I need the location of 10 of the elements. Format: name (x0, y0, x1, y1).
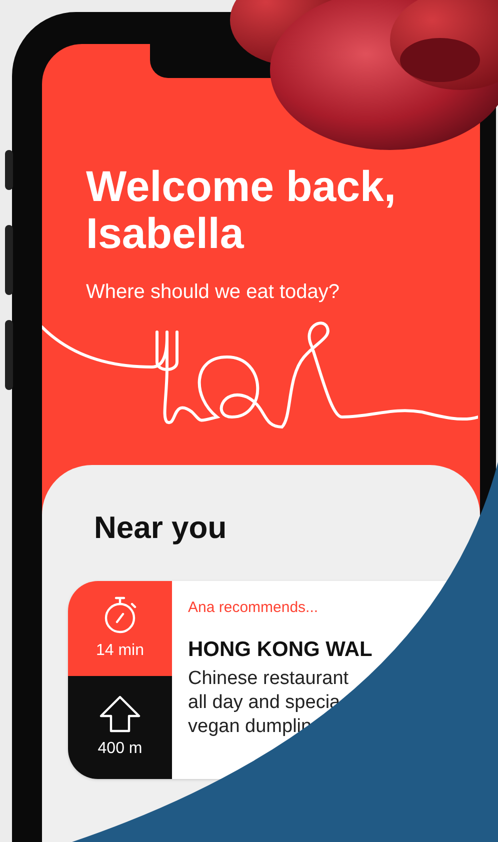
restaurant-name: HONG KONG WAL (188, 636, 372, 663)
stopwatch-icon (102, 594, 138, 635)
description-line: Chinese restaurant (188, 667, 350, 692)
subtitle: Where should we eat today? (86, 280, 340, 305)
section-heading: Near you (93, 508, 228, 547)
up-arrow-icon (99, 694, 141, 733)
distance: 400 m (98, 738, 142, 759)
recommendation-label: Ana recommends... (188, 598, 320, 618)
welcome-heading: Welcome back, Isabella (86, 164, 397, 259)
travel-time: 14 min (96, 640, 144, 661)
